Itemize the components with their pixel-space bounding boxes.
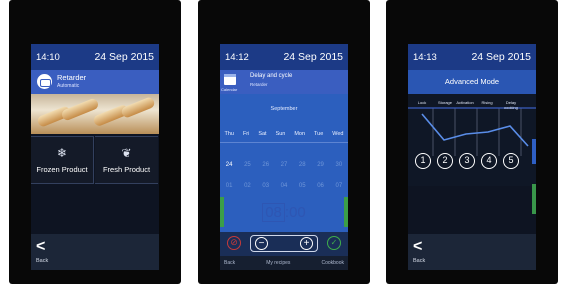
day-cell[interactable]: 07 <box>335 183 342 189</box>
tab-back[interactable]: Back <box>224 260 235 266</box>
hours-field[interactable]: 08 <box>262 203 285 222</box>
stage-label: Storage <box>437 100 452 105</box>
weekday: Tue <box>314 131 324 137</box>
step-button-4[interactable]: 4 <box>481 153 497 169</box>
date: 24 Sep 2015 <box>94 51 154 63</box>
clock: 14:10 <box>36 51 60 63</box>
step-button-2[interactable]: 2 <box>437 153 453 169</box>
retarder-icon <box>37 74 52 89</box>
day-cell[interactable]: 28 <box>299 162 306 168</box>
day-cell[interactable]: 25 <box>244 162 251 168</box>
step-button-1[interactable]: 1 <box>415 153 431 169</box>
delay-title: Delay and cycle <box>250 73 293 79</box>
weekday: Wed <box>332 131 344 137</box>
side-indicator <box>220 197 224 227</box>
date: 24 Sep 2015 <box>471 51 531 63</box>
day-cell[interactable]: 05 <box>299 183 306 189</box>
back-button[interactable]: < Back <box>31 234 159 270</box>
leaf-icon: ❦ <box>121 146 132 160</box>
delay-subtitle: Retarder <box>250 82 268 87</box>
screen-delay-cycle: 14:12 24 Sep 2015 Calendar Delay and cyc… <box>220 44 348 270</box>
frozen-product-button[interactable]: ❄ Frozen Product <box>31 136 94 184</box>
day-cell[interactable]: 03 <box>262 183 269 189</box>
weekday: Thu <box>224 131 234 137</box>
step-button-3[interactable]: 3 <box>459 153 475 169</box>
fresh-product-button[interactable]: ❦ Fresh Product <box>95 136 158 184</box>
calendar-week-row: 24 25 26 27 28 29 30 <box>220 162 348 168</box>
side-indicator <box>344 197 348 227</box>
divider <box>220 142 348 143</box>
day-cell-selected[interactable]: 24 <box>226 162 233 168</box>
back-label: Back <box>36 258 49 264</box>
day-cell[interactable]: 27 <box>281 162 288 168</box>
back-arrow-icon: < <box>36 238 46 255</box>
bottom-tabs: Back My recipes Cookbook <box>220 256 348 270</box>
clock: 14:12 <box>225 51 249 63</box>
cycle-profile: Lock Storage Activation Rising Delay coo… <box>408 94 536 186</box>
status-bar: 14:12 24 Sep 2015 <box>220 44 348 70</box>
step-button-5[interactable]: 5 <box>503 153 519 169</box>
side-indicator <box>532 184 536 214</box>
minutes-field[interactable]: :00 <box>285 204 306 221</box>
side-indicator <box>532 139 536 164</box>
screen-advanced-mode: 14:13 24 Sep 2015 Advanced Mode Lock Sto… <box>408 44 536 270</box>
screen-retarder: 14:10 24 Sep 2015 Retarder Automatic ❄ F… <box>31 44 159 270</box>
stage-label: Rising <box>481 100 493 105</box>
day-cell[interactable]: 26 <box>262 162 269 168</box>
stage-label: Activation <box>456 100 474 105</box>
frozen-product-label: Frozen Product <box>36 165 88 174</box>
tab-cookbook[interactable]: Cookbook <box>321 260 344 266</box>
step-selector: 1 2 3 4 5 <box>408 153 536 173</box>
plus-button[interactable]: + <box>300 237 313 250</box>
device-advanced-mode: 14:13 24 Sep 2015 Advanced Mode Lock Sto… <box>386 0 558 284</box>
calendar-week-row: 01 02 03 04 05 06 07 <box>220 183 348 189</box>
back-button[interactable]: < Back <box>408 234 536 270</box>
month-label[interactable]: September <box>220 106 348 112</box>
calendar-label: Calendar <box>221 87 238 92</box>
status-bar: 14:13 24 Sep 2015 <box>408 44 536 70</box>
bread-banner-image <box>31 94 159 134</box>
weekday: Sat <box>258 131 267 137</box>
mode-subtitle: Automatic <box>57 83 80 89</box>
day-cell[interactable]: 06 <box>317 183 324 189</box>
weekday: Fri <box>242 131 250 137</box>
delay-header: Calendar Delay and cycle Retarder <box>220 70 348 94</box>
cancel-icon[interactable]: ⊘ <box>227 236 241 250</box>
day-cell[interactable]: 30 <box>335 162 342 168</box>
calendar-icon[interactable] <box>224 74 236 85</box>
weekday: Mon <box>294 131 306 137</box>
fresh-product-label: Fresh Product <box>102 165 151 174</box>
stage-label: Delay cooking <box>504 100 518 110</box>
date: 24 Sep 2015 <box>283 51 343 63</box>
status-bar: 14:10 24 Sep 2015 <box>31 44 159 70</box>
back-arrow-icon: < <box>413 238 423 255</box>
baguette-shape <box>120 96 156 119</box>
page-title: Advanced Mode <box>408 70 536 94</box>
control-row: ⊘ − + ✓ <box>220 232 348 256</box>
time-stepper: − + <box>250 235 318 252</box>
weekday: Sun <box>275 131 286 137</box>
temperature-curve <box>421 113 529 147</box>
back-label: Back <box>413 258 426 264</box>
tab-my-recipes[interactable]: My recipes <box>266 260 290 266</box>
minus-button[interactable]: − <box>255 237 268 250</box>
weekday-header: Thu Fri Sat Sun Mon Tue Wed <box>220 131 348 137</box>
device-retarder: 14:10 24 Sep 2015 Retarder Automatic ❄ F… <box>9 0 181 284</box>
clock: 14:13 <box>413 51 437 63</box>
time-picker[interactable]: 08:00 <box>254 202 314 224</box>
day-cell[interactable]: 01 <box>226 183 233 189</box>
stage-label: Lock <box>417 100 427 105</box>
day-cell[interactable]: 02 <box>244 183 251 189</box>
day-cell[interactable]: 04 <box>281 183 288 189</box>
snowflake-icon: ❄ <box>56 146 68 160</box>
day-cell[interactable]: 29 <box>317 162 324 168</box>
confirm-icon[interactable]: ✓ <box>327 236 341 250</box>
mode-title: Retarder <box>57 73 87 82</box>
mode-header: Retarder Automatic <box>31 70 159 94</box>
device-delay-cycle: 14:12 24 Sep 2015 Calendar Delay and cyc… <box>198 0 370 284</box>
